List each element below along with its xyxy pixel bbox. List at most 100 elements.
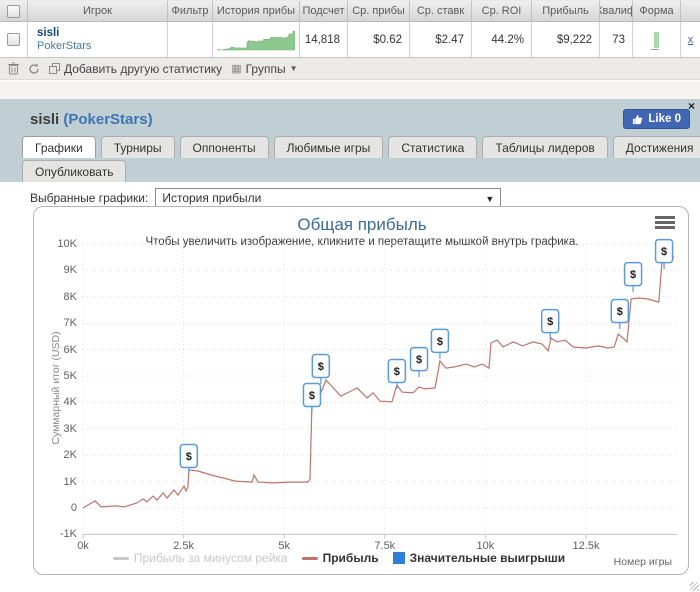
significant-win-marker[interactable]: $: [411, 348, 428, 378]
table-row: sisli PokerStars 14,818 $0.62 $2.47 44.2…: [0, 22, 700, 57]
select-arrow-icon: ▼: [485, 194, 494, 204]
tab-charts[interactable]: Графики: [22, 136, 96, 158]
sparkline-cell: [213, 22, 300, 57]
col-filter: Фильтр: [168, 1, 213, 21]
graph-selector-label: Выбранные графики:: [30, 191, 148, 205]
svg-text:$: $: [437, 336, 443, 348]
remove-row-link[interactable]: x: [688, 34, 694, 46]
divider-strip: [0, 81, 700, 99]
player-stats-table: Игрок Фильтр История прибы Подсчет Ср. п…: [0, 0, 700, 58]
profit-sparkline: [215, 27, 297, 53]
col-form: Форма: [633, 1, 681, 21]
x-tick-label: 7.5k: [363, 540, 407, 552]
significant-win-marker[interactable]: $: [431, 329, 448, 359]
avg-stake-value: $2.47: [410, 22, 472, 57]
legend-item[interactable]: Значительные выигрыши: [393, 551, 566, 565]
col-qualif: Квалиф: [600, 1, 633, 21]
y-tick-label: -1K: [35, 528, 77, 540]
groups-button[interactable]: ▦ Группы ▼: [231, 62, 297, 76]
qualif-value: 73: [600, 22, 633, 57]
form-cell: [633, 22, 681, 57]
svg-text:$: $: [186, 451, 192, 463]
chevron-down-icon: ▼: [290, 64, 298, 73]
significant-win-marker[interactable]: $: [656, 240, 673, 270]
tabs-row-1: Графики Турниры Оппоненты Любимые игры С…: [22, 136, 700, 158]
tab-achievements[interactable]: Достижения: [613, 136, 700, 158]
y-tick-label: 1K: [35, 476, 77, 488]
groups-icon: ▦: [231, 62, 241, 75]
col-count: Подсчет: [300, 1, 348, 21]
add-statistic-button[interactable]: Добавить другую статистику: [49, 62, 222, 76]
legend-dash-icon: [302, 557, 318, 560]
like-label: Like 0: [648, 113, 681, 125]
col-avg-stake: Ср. ставк: [410, 1, 472, 21]
resize-handle[interactable]: [690, 582, 699, 591]
copy-icon: [49, 63, 60, 74]
x-tick-label: 0k: [61, 540, 105, 552]
significant-win-marker[interactable]: $: [312, 354, 329, 384]
table-toolbar: Добавить другую статистику ▦ Группы ▼: [0, 58, 700, 80]
form-indicator: [654, 32, 659, 48]
refresh-icon[interactable]: [28, 63, 40, 75]
x-tick-label: 12.5k: [564, 540, 608, 552]
trash-icon[interactable]: [8, 62, 19, 75]
y-tick-label: 2K: [35, 449, 77, 461]
legend-item[interactable]: Прибыль за минусом рейка: [113, 551, 288, 565]
filter-cell: [168, 22, 213, 57]
significant-win-marker[interactable]: $: [611, 300, 628, 330]
svg-text:$: $: [394, 366, 400, 378]
x-tick-label: 5k: [262, 540, 306, 552]
svg-text:$: $: [630, 269, 636, 281]
svg-text:$: $: [661, 246, 667, 258]
significant-win-marker[interactable]: $: [542, 310, 559, 340]
actions-cell: x: [681, 22, 700, 57]
svg-text:$: $: [617, 306, 623, 318]
y-tick-label: 8K: [35, 291, 77, 303]
svg-text:$: $: [416, 354, 422, 366]
significant-win-marker[interactable]: $: [625, 263, 642, 293]
y-tick-label: 9K: [35, 264, 77, 276]
chart-legend: Прибыль за минусом рейка Прибыль Значитель…: [34, 551, 644, 565]
legend-square-icon: [393, 552, 405, 564]
y-tick-label: 3K: [35, 423, 77, 435]
tab-statistics[interactable]: Статистика: [388, 136, 477, 158]
legend-label: Прибыль за минусом рейка: [134, 551, 288, 565]
significant-win-marker[interactable]: $: [303, 384, 320, 414]
x-tick-label: 10k: [463, 540, 507, 552]
y-tick-label: 6K: [35, 344, 77, 356]
y-tick-label: 0: [35, 502, 77, 514]
svg-text:$: $: [547, 316, 553, 328]
select-all-checkbox[interactable]: [7, 5, 20, 18]
player-link[interactable]: sisli: [37, 27, 59, 40]
chart-plot-area[interactable]: $$$$$$$$$$: [34, 207, 690, 576]
tab-opponents[interactable]: Оппоненты: [180, 136, 269, 158]
site-link[interactable]: PokerStars: [37, 40, 91, 53]
legend-label: Прибыль: [323, 551, 379, 565]
player-panel: × sisli (PokerStars) Like 0 Графики Турн…: [0, 99, 700, 592]
like-button[interactable]: Like 0: [623, 109, 690, 129]
header-checkbox-cell: [0, 1, 28, 21]
tab-favorite-games[interactable]: Любимые игры: [274, 136, 384, 158]
col-profit: Прибыль: [532, 1, 600, 21]
avg-profit-value: $0.62: [348, 22, 410, 57]
tab-leaderboards[interactable]: Таблицы лидеров: [482, 136, 607, 158]
player-cell: sisli PokerStars: [28, 22, 168, 57]
tab-tournaments[interactable]: Турниры: [101, 136, 175, 158]
legend-label: Значительные выигрыши: [410, 551, 566, 565]
table-header-row: Игрок Фильтр История прибы Подсчет Ср. п…: [0, 0, 700, 22]
graph-select[interactable]: История прибыли ▼: [155, 188, 501, 208]
profit-value: $9,222: [532, 22, 600, 57]
panel-player-name: sisli: [30, 111, 59, 128]
legend-item[interactable]: Прибыль: [302, 551, 379, 565]
row-checkbox[interactable]: [7, 33, 20, 46]
significant-win-marker[interactable]: $: [180, 444, 197, 474]
graph-selector-row: Выбранные графики: История прибыли ▼: [30, 188, 501, 208]
col-actions: [681, 1, 700, 21]
avg-roi-value: 44.2%: [472, 22, 532, 57]
profit-chart: Общая прибыль Чтобы увеличить изображени…: [33, 206, 689, 575]
graph-select-value: История прибыли: [162, 191, 261, 205]
tab-publish[interactable]: Опубликовать: [22, 160, 126, 182]
row-checkbox-cell: [0, 22, 28, 57]
significant-win-marker[interactable]: $: [388, 359, 405, 389]
y-tick-label: 10K: [35, 238, 77, 250]
